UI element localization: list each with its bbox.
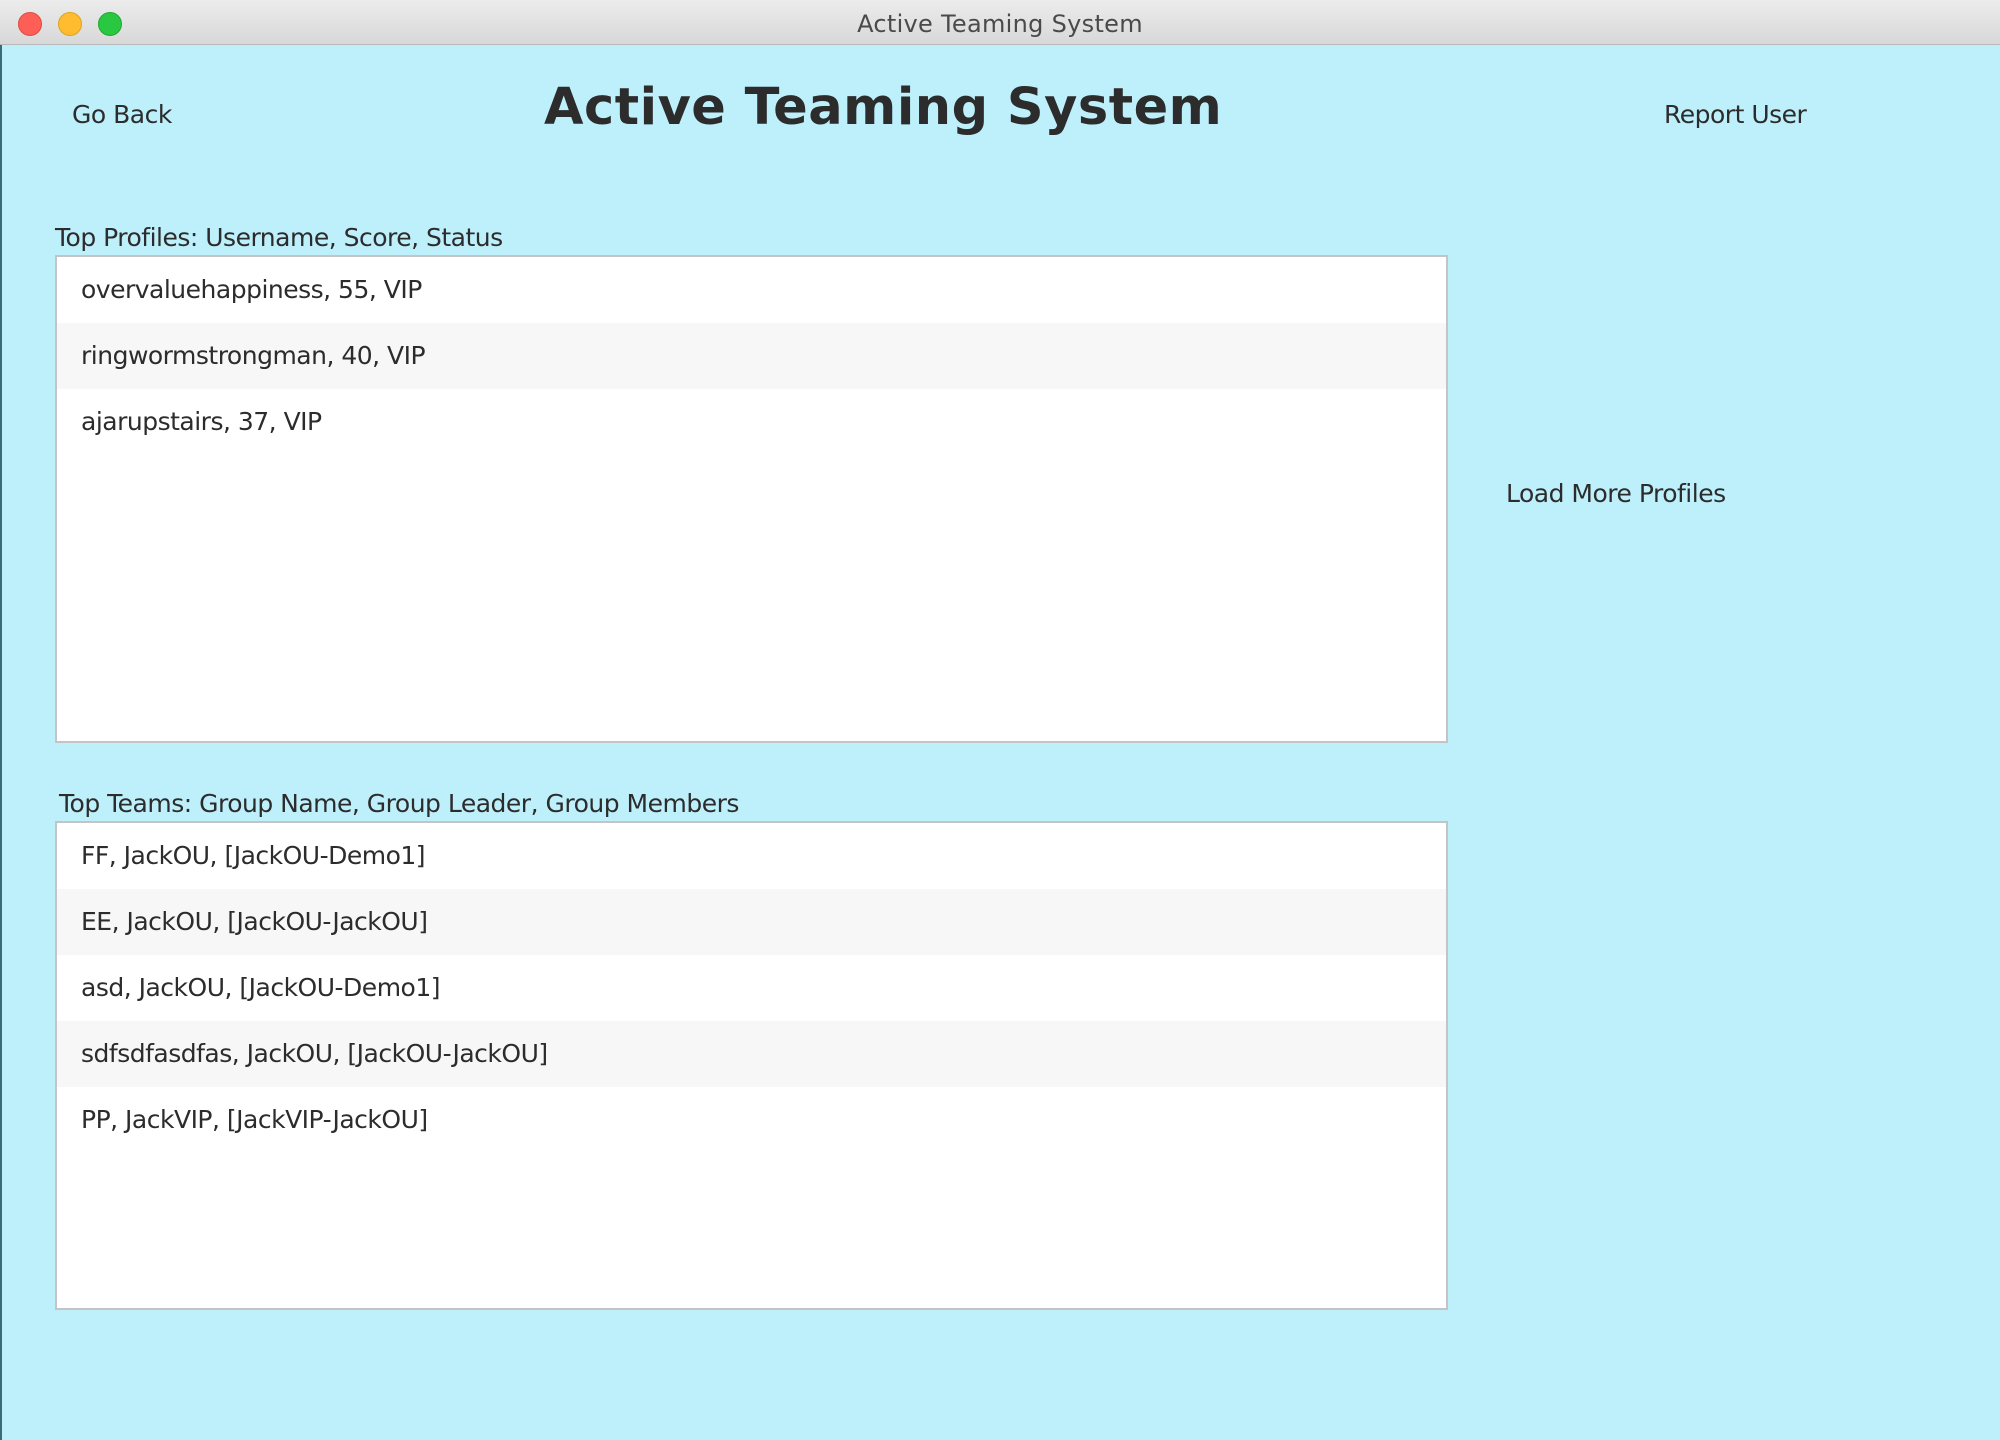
top-profiles-list[interactable]: overvaluehappiness, 55, VIP ringwormstro… [55,255,1448,743]
team-list-item[interactable]: asd, JackOU, [JackOU-Demo1] [57,955,1446,1021]
window-edge [0,45,2,1440]
profile-list-item[interactable]: ringwormstrongman, 40, VIP [57,323,1446,389]
report-user-button[interactable]: Report User [1664,100,1807,129]
profile-list-item[interactable]: overvaluehappiness, 55, VIP [57,257,1446,323]
window-title: Active Teaming System [857,10,1143,38]
top-teams-label: Top Teams: Group Name, Group Leader, Gro… [59,789,739,818]
app-window: Active Teaming System Go Back Active Tea… [0,0,2000,1440]
team-list-item[interactable]: PP, JackVIP, [JackVIP-JackOU] [57,1087,1446,1153]
load-more-profiles-button[interactable]: Load More Profiles [1506,479,1726,508]
go-back-button[interactable]: Go Back [72,100,172,129]
page-title: Active Teaming System [544,78,1223,137]
window-titlebar[interactable]: Active Teaming System [0,0,2000,45]
team-list-item[interactable]: sdfsdfasdfas, JackOU, [JackOU-JackOU] [57,1021,1446,1087]
team-list-item[interactable]: EE, JackOU, [JackOU-JackOU] [57,889,1446,955]
top-profiles-label: Top Profiles: Username, Score, Status [55,223,503,252]
top-teams-list[interactable]: FF, JackOU, [JackOU-Demo1] EE, JackOU, [… [55,821,1448,1310]
profile-list-item[interactable]: ajarupstairs, 37, VIP [57,389,1446,455]
team-list-item[interactable]: FF, JackOU, [JackOU-Demo1] [57,823,1446,889]
